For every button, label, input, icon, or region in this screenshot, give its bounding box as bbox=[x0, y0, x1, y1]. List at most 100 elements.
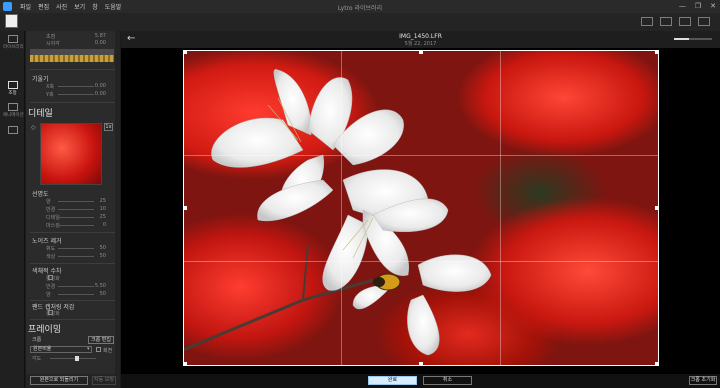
aberration-amount-value: 50 bbox=[99, 291, 106, 297]
crop-handle[interactable] bbox=[655, 50, 659, 54]
tilt-y-row[interactable]: Y축 0.00 bbox=[32, 91, 116, 99]
divider bbox=[30, 232, 116, 233]
divider bbox=[30, 300, 116, 301]
panel-footer: 원본으로 되돌리기 자동 보정 bbox=[26, 374, 120, 388]
crop-action-bar: 완료 취소 크롭 초기화 bbox=[121, 374, 720, 388]
sharpness-radius-slider[interactable] bbox=[58, 209, 94, 210]
rail-animation[interactable]: 애니메이션 bbox=[3, 103, 24, 118]
crop-invert-checkbox[interactable] bbox=[96, 347, 101, 352]
edit-crop-button[interactable]: 크롭 편집 bbox=[88, 336, 114, 344]
fullscreen-icon[interactable] bbox=[698, 17, 710, 26]
tilt-heading: 기울기 bbox=[32, 76, 49, 83]
crop-handle[interactable] bbox=[183, 206, 187, 210]
crop-angle-knob[interactable] bbox=[75, 356, 80, 361]
aberration-radius-row[interactable]: 반경 5.50 bbox=[32, 283, 116, 291]
grid-view-icon[interactable] bbox=[641, 17, 653, 26]
sharpness-detail-row[interactable]: 디테일 25 bbox=[32, 214, 116, 222]
view-mode-buttons bbox=[641, 17, 710, 26]
chevron-down-icon: ▾ bbox=[87, 346, 90, 352]
detail-zoom-badge[interactable]: 1x bbox=[104, 123, 113, 131]
noise-luminance-label: 휘도 bbox=[46, 246, 56, 252]
sharpness-amount-slider[interactable] bbox=[58, 201, 94, 202]
sharpness-amount-row[interactable]: 양 25 bbox=[32, 198, 116, 206]
crop-handle[interactable] bbox=[655, 206, 659, 210]
sharpness-masking-slider[interactable] bbox=[58, 225, 94, 226]
focus-value: 5.87 bbox=[94, 33, 106, 39]
rail-animation-label: 애니메이션 bbox=[3, 113, 24, 118]
left-rail: 라이브러리 조정 애니메이션 bbox=[0, 31, 25, 388]
title-bar: 파일 편집 사진 보기 창 도움말 Lytro 라이브러리 — ❐ ✕ bbox=[0, 0, 720, 13]
focus-range-bar[interactable] bbox=[30, 55, 114, 62]
zoom-slider[interactable] bbox=[674, 38, 712, 40]
crop-angle-row[interactable]: 각도 bbox=[32, 355, 116, 363]
crop-ratio-select[interactable]: 원본비율 bbox=[30, 346, 92, 353]
divider bbox=[30, 102, 116, 103]
done-button[interactable]: 완료 bbox=[368, 376, 417, 385]
aberration-radius-label: 반경 bbox=[46, 284, 56, 290]
aberration-enable-row: 활성화 bbox=[32, 275, 116, 283]
photo-canvas[interactable] bbox=[183, 50, 659, 366]
sharpness-radius-row[interactable]: 반경 10 bbox=[32, 206, 116, 214]
white-balance-swatch[interactable] bbox=[5, 14, 18, 28]
tilt-x-value: 0.00 bbox=[94, 83, 106, 89]
noise-color-slider[interactable] bbox=[58, 256, 94, 257]
window-controls: — ❐ ✕ bbox=[679, 2, 716, 10]
rail-library[interactable]: 라이브러리 bbox=[3, 35, 24, 50]
sharpness-masking-row[interactable]: 마스킹 0 bbox=[32, 222, 116, 230]
aberration-amount-slider[interactable] bbox=[58, 294, 94, 295]
aberration-radius-value: 5.50 bbox=[94, 283, 106, 289]
noise-heading: 노이즈 제거 bbox=[32, 238, 62, 245]
minimize-icon[interactable]: — bbox=[679, 2, 686, 10]
crop-handle[interactable] bbox=[655, 362, 659, 366]
adjust-panel: 초점 5.87 시야각 0.00 기울기 X축 0.00 Y축 0.00 디테일… bbox=[26, 31, 120, 388]
reset-crop-button[interactable]: 크롭 초기화 bbox=[689, 376, 717, 385]
maximize-icon[interactable]: ❐ bbox=[695, 2, 701, 10]
detail-preview[interactable] bbox=[40, 123, 102, 185]
panel-scrollbar[interactable] bbox=[115, 31, 120, 374]
focus-label: 초점 bbox=[46, 34, 56, 40]
sharpness-radius-label: 반경 bbox=[46, 207, 56, 213]
rail-export[interactable] bbox=[3, 126, 22, 134]
sharpness-amount-label: 양 bbox=[46, 199, 51, 205]
tilt-y-value: 0.00 bbox=[94, 91, 106, 97]
close-icon[interactable]: ✕ bbox=[710, 2, 716, 10]
crop-handle[interactable] bbox=[183, 362, 187, 366]
revert-to-original-button[interactable]: 원본으로 되돌리기 bbox=[30, 376, 88, 385]
filmstrip-view-icon[interactable] bbox=[679, 17, 691, 26]
aberration-enable-label: 활성화 bbox=[46, 276, 60, 282]
noise-luminance-row[interactable]: 휘도 50 bbox=[32, 245, 116, 253]
crop-label: 크롭 bbox=[32, 337, 42, 343]
noise-luminance-slider[interactable] bbox=[58, 248, 94, 249]
aberration-amount-row[interactable]: 양 50 bbox=[32, 291, 116, 299]
crop-angle-slider[interactable] bbox=[50, 358, 96, 359]
crop-handle[interactable] bbox=[183, 50, 187, 54]
pan-noise-enable-label: 활성화 bbox=[46, 311, 60, 317]
noise-color-label: 색상 bbox=[46, 254, 56, 260]
perspective-row[interactable]: 시야각 0.00 bbox=[32, 40, 116, 48]
tilt-x-slider[interactable] bbox=[58, 86, 94, 87]
noise-color-row[interactable]: 색상 50 bbox=[32, 253, 116, 261]
sharpness-masking-value: 0 bbox=[102, 222, 106, 228]
diamond-icon: ◇ bbox=[31, 124, 36, 131]
crop-frame[interactable] bbox=[183, 50, 659, 366]
rail-adjust-label: 조정 bbox=[8, 91, 17, 96]
tilt-y-slider[interactable] bbox=[58, 94, 94, 95]
export-icon bbox=[7, 126, 18, 134]
tilt-x-row[interactable]: X축 0.00 bbox=[32, 83, 116, 91]
aberration-radius-slider[interactable] bbox=[58, 286, 94, 287]
crop-angle-label: 각도 bbox=[32, 356, 42, 362]
crop-handle[interactable] bbox=[419, 50, 423, 54]
cancel-button[interactable]: 취소 bbox=[423, 376, 472, 385]
noise-color-value: 50 bbox=[99, 253, 106, 259]
pan-noise-enable-row: 활성화 bbox=[32, 310, 116, 318]
divider bbox=[30, 69, 116, 70]
single-view-icon[interactable] bbox=[660, 17, 672, 26]
crop-handle[interactable] bbox=[419, 362, 423, 366]
aberration-heading: 색채적 수차 bbox=[32, 268, 62, 275]
image-filename: IMG_1450.LFR bbox=[399, 33, 442, 40]
rail-adjust[interactable]: 조정 bbox=[3, 81, 22, 96]
sharpness-detail-slider[interactable] bbox=[58, 217, 94, 218]
perspective-value: 0.00 bbox=[94, 40, 106, 46]
divider bbox=[30, 263, 116, 264]
auto-adjust-button[interactable]: 자동 보정 bbox=[92, 376, 116, 385]
